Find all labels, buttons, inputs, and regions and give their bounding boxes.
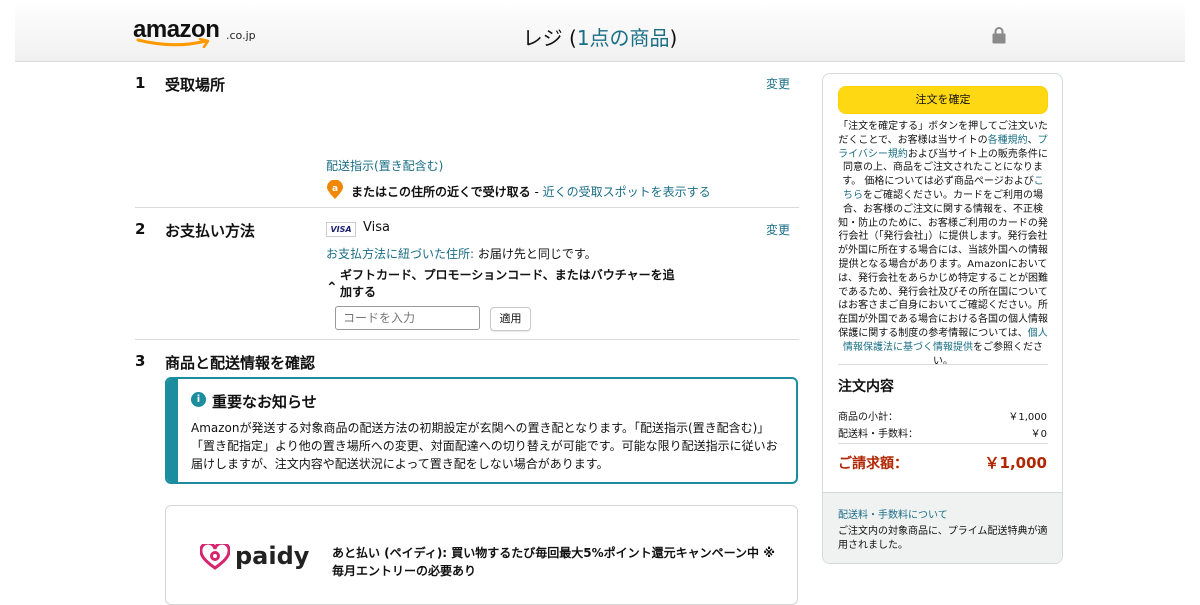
summary-divider — [838, 443, 1048, 444]
change-payment-link[interactable]: 変更 — [766, 221, 790, 238]
promo-code-input[interactable] — [335, 306, 480, 330]
pickup-text: またはこの住所の近くで受け取る — [351, 185, 531, 199]
notice-body: Amazonが発送する対象商品の配送方法の初期設定が玄関への置き配となります。「… — [191, 421, 778, 471]
paidy-logo-text: paidy — [235, 542, 310, 570]
info-icon: i — [191, 392, 206, 407]
section-3-title: 商品と配送情報を確認 — [165, 354, 316, 372]
pickup-separator: - — [530, 185, 543, 199]
summary-divider — [838, 364, 1048, 365]
show-pickup-spots-link[interactable]: 近くの受取スポットを表示する — [543, 185, 711, 199]
lock-icon — [992, 27, 1006, 44]
apply-code-button[interactable]: 適用 — [490, 307, 531, 331]
page-title-end: ) — [669, 26, 678, 50]
notice-title: 重要なお知らせ — [212, 393, 317, 411]
item-count-link[interactable]: 1点の商品 — [577, 26, 670, 50]
paidy-promo-text: あと払い (ペイディ): 買い物するたび毎回最大5%ポイント還元キャンペーン中 … — [332, 546, 775, 578]
page-title: レジ (1点の商品) — [15, 22, 1185, 51]
important-notice-box: i 重要なお知らせ Amazonが発送する対象商品の配送方法の初期設定が玄関への… — [165, 377, 798, 484]
order-total-value: ￥1,000 — [984, 454, 1047, 472]
chevron-up-icon[interactable]: ⌃ — [326, 280, 338, 296]
section-2-number: 2 — [135, 220, 146, 238]
legal-notice: 「注文を確定する」ボタンを押してご注文いただくことで、お客様は当サイトの各種規約… — [838, 120, 1048, 368]
prime-shipping-note: ご注文内の対象商品に、プライム配送特典が適用されました。 — [838, 526, 1048, 551]
pickup-location-icon: a — [327, 180, 343, 199]
paidy-promo-box: paidy あと払い (ペイディ): 買い物するたび毎回最大5%ポイント還元キャ… — [165, 505, 798, 605]
notice-accent-bar — [167, 379, 178, 482]
legal-text: をご確認ください。カードをご利用の場合、お客様のご注文に関する情報を、不正検知・… — [838, 189, 1048, 339]
billing-address-link[interactable]: お支払方法に紐づいた住所: — [326, 247, 474, 261]
shipping-fee-label: 配送料・手数料： — [838, 429, 918, 440]
pickup-line: またはこの住所の近くで受け取る - 近くの受取スポットを表示する — [351, 183, 711, 200]
card-name: Visa — [363, 220, 390, 235]
summary-footer: 配送料・手数料について ご注文内の対象商品に、プライム配送特典が適用されました。 — [823, 492, 1062, 563]
place-order-button[interactable]: 注文を確定 — [838, 86, 1048, 114]
gift-card-toggle[interactable]: ギフトカード、プロモーションコード、またはバウチャーを追加する — [340, 267, 685, 301]
subtotal-value: ￥1,000 — [1008, 412, 1047, 423]
paidy-logo-icon — [200, 544, 230, 570]
section-3-number: 3 — [135, 352, 146, 370]
legal-text: 、 — [1027, 134, 1038, 146]
checkout-header: amazon .co.jp レジ (1点の商品) — [15, 0, 1185, 62]
terms-link[interactable]: 各種規約 — [988, 135, 1028, 146]
summary-title: 注文内容 — [838, 379, 894, 395]
section-1-number: 1 — [135, 74, 146, 92]
page-title-main: レジ ( — [522, 26, 577, 50]
visa-card-icon: VISA — [326, 222, 356, 237]
order-total-label: ご請求額： — [838, 456, 908, 472]
section-2-title: お支払い方法 — [165, 222, 256, 240]
svg-text:a: a — [332, 184, 338, 194]
section-1-title: 受取場所 — [165, 76, 226, 94]
billing-address-line: お支払方法に紐づいた住所: お届け先と同じです。 — [326, 245, 597, 262]
section-divider — [135, 339, 799, 340]
order-summary-panel: 注文を確定 「注文を確定する」ボタンを押してご注文いただくことで、お客様は当サイ… — [822, 73, 1063, 564]
billing-address-value: お届け先と同じです。 — [474, 247, 597, 261]
section-divider — [135, 207, 799, 208]
subtotal-label: 商品の小計： — [838, 412, 898, 423]
delivery-instructions-link[interactable]: 配送指示(置き配含む) — [326, 157, 443, 174]
shipping-fee-value: ￥0 — [1030, 429, 1047, 440]
shipping-fees-link[interactable]: 配送料・手数料について — [838, 506, 948, 521]
change-pickup-link[interactable]: 変更 — [766, 75, 790, 92]
